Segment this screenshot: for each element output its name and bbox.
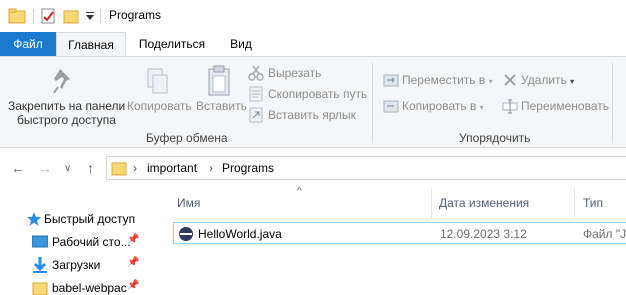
title-separator [33,9,34,23]
customize-chevron-icon[interactable] [86,12,95,21]
breadcrumb-separator-icon[interactable]: › [209,161,213,175]
nav-item-label: Рабочий сто... [52,235,131,249]
tab-file[interactable]: Файл [0,32,56,56]
clipboard-group-label: Буфер обмена [146,131,228,145]
java-file-icon [179,227,193,241]
new-folder-icon[interactable] [63,8,79,24]
title-separator [100,9,101,23]
folder-icon [111,162,127,176]
star-icon [27,212,41,226]
file-modified-date: 12.09.2023 3:12 [440,227,527,241]
column-separator[interactable] [574,188,575,218]
nav-item-label: Быстрый доступ [44,212,136,226]
download-icon [33,257,47,273]
pin-icon[interactable]: 📌 [127,234,139,245]
copy-to-label: Копировать в [402,99,477,113]
ribbon-group-separator [372,63,373,143]
copy-path-icon[interactable] [248,86,264,102]
window-title: Programs [109,8,162,22]
breadcrumb-programs[interactable]: Programs [222,161,274,175]
ribbon-tabs: Файл Главная Поделиться Вид [0,32,626,57]
title-bar: Programs [0,0,626,32]
breadcrumb-important[interactable]: important [147,161,197,175]
delete-label: Удалить [521,73,567,87]
up-arrow-icon[interactable]: ↑ [87,160,94,176]
paste-shortcut-icon[interactable] [248,107,264,123]
move-to-chevron-icon: ▾ [488,77,493,86]
pin-icon[interactable] [52,67,76,95]
delete-icon[interactable] [502,72,518,88]
move-to-icon[interactable] [383,72,399,88]
pin-quick-access-button[interactable]: Закрепить на панели [8,99,125,113]
folder-icon[interactable] [8,8,26,24]
column-header-type[interactable]: Тип [583,196,603,210]
ribbon-group-separator [612,63,613,143]
tab-view[interactable]: Вид [218,32,264,56]
column-separator[interactable] [431,188,432,218]
cut-button[interactable]: Вырезать [268,66,321,80]
scissors-icon[interactable] [248,65,264,81]
breadcrumb-separator-icon[interactable]: › [133,161,137,175]
copy-to-icon[interactable] [383,98,399,114]
table-row[interactable]: HelloWorld.java 12.09.2023 3:12 Файл "J [173,222,626,244]
properties-icon[interactable] [40,8,56,24]
back-arrow-icon[interactable]: ← [11,160,25,176]
ribbon-panel: Закрепить на панели быстрого доступа Коп… [0,56,626,148]
rename-button[interactable]: Переименовать [521,99,609,113]
pin-icon[interactable]: 📌 [127,280,139,291]
organize-group-label: Упорядочить [459,131,531,145]
copy-to-chevron-icon: ▾ [479,103,484,112]
move-to-button[interactable]: Переместить в ▾ [402,73,493,87]
rename-icon[interactable] [502,98,518,114]
paste-shortcut-button[interactable]: Вставить ярлык [268,108,356,122]
paste-button[interactable]: Вставить [196,99,247,113]
file-type: Файл "J [583,227,626,241]
nav-item-label: Загрузки [52,258,101,272]
paste-icon[interactable] [207,65,231,97]
tab-home[interactable]: Главная [56,32,126,57]
copy-to-button[interactable]: Копировать в ▾ [402,99,484,113]
pin-quick-access-label-line2: быстрого доступа [17,113,116,127]
desktop-icon [32,235,48,248]
navigation-bar: ← → ∨ ↑ › important › Programs [0,148,626,188]
file-name: HelloWorld.java [198,227,282,241]
forward-arrow-icon[interactable]: → [38,160,52,176]
delete-chevron-icon: ▾ [570,77,575,86]
copy-path-button[interactable]: Скопировать путь [268,87,367,101]
column-header-date[interactable]: Дата изменения [439,196,529,210]
recent-locations-chevron-icon[interactable]: ∨ [64,163,71,174]
move-to-label: Переместить в [402,73,486,87]
content-area: Быстрый доступ Рабочий сто... 📌 Загрузки… [0,186,626,295]
tab-share[interactable]: Поделиться [130,32,214,56]
copy-button[interactable]: Копировать [127,99,192,113]
sort-ascending-icon: ^ [297,186,302,197]
delete-button[interactable]: Удалить ▾ [521,73,574,87]
pin-icon[interactable]: 📌 [127,257,139,268]
copy-icon[interactable] [146,67,170,97]
address-bar[interactable]: › important › Programs [106,156,626,180]
folder-icon [32,282,48,295]
column-header-name[interactable]: Имя [177,196,200,210]
nav-item-label: babel-webpac [52,281,127,295]
